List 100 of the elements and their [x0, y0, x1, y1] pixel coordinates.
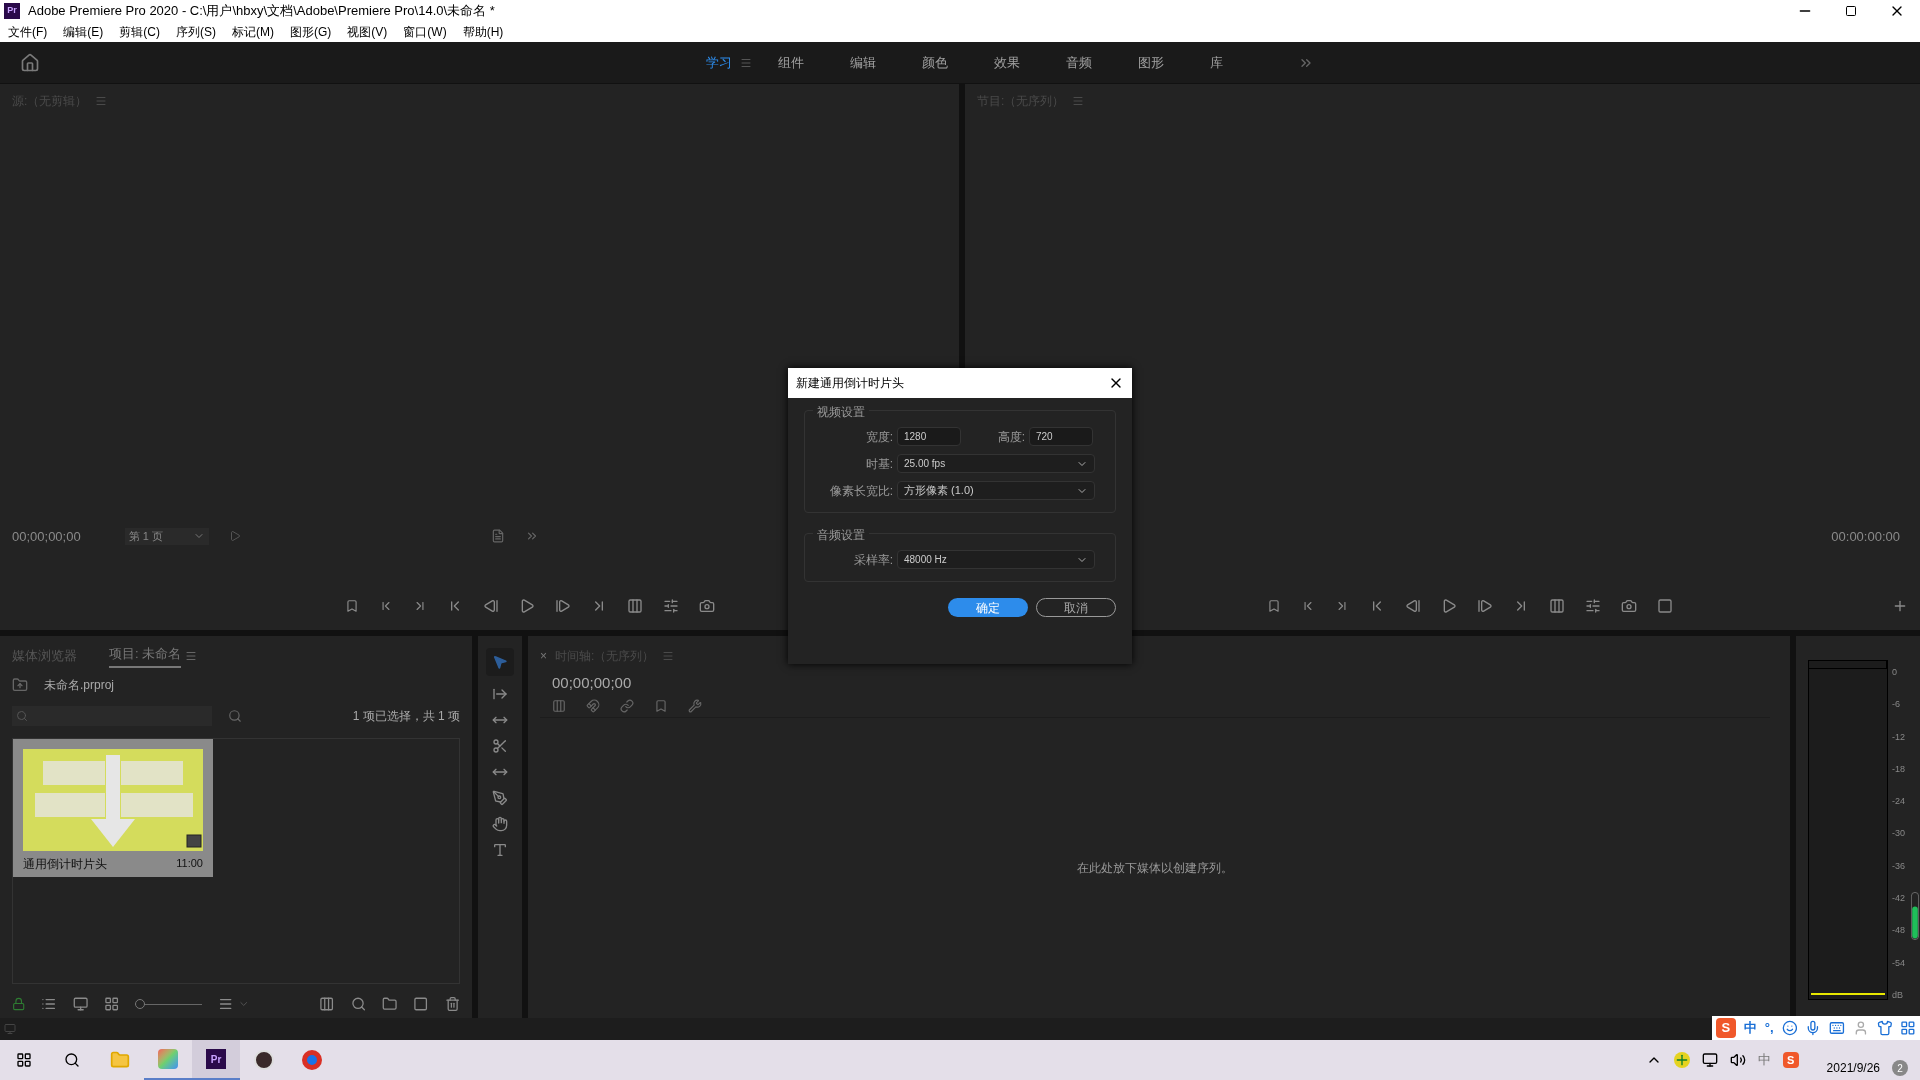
folder-icon[interactable]	[382, 996, 398, 1012]
input-language[interactable]: 中	[1757, 1050, 1771, 1070]
ime-punctuation[interactable]: °,	[1764, 1018, 1774, 1038]
menu-item[interactable]: 文件(F)	[8, 23, 48, 41]
ime-mode[interactable]: 中	[1743, 1018, 1757, 1038]
meter-scale-label: -42	[1892, 894, 1905, 904]
field-label: 像素长宽比:	[828, 482, 893, 500]
pen-icon[interactable]	[492, 790, 508, 806]
selection-tool-icon[interactable]	[492, 654, 508, 670]
menu-item[interactable]: 帮助(H)	[462, 23, 504, 41]
media-thumbnail-card[interactable]: 通用倒计时片头 11:00	[13, 739, 213, 877]
icon-view-icon[interactable]	[72, 996, 89, 1012]
play-icon[interactable]	[1441, 598, 1457, 614]
wrench-icon[interactable]	[688, 698, 702, 713]
menu-item[interactable]: 窗口(W)	[403, 23, 447, 41]
menu-icon[interactable]	[740, 56, 752, 69]
menu-item[interactable]: 序列(S)	[176, 23, 216, 41]
lock-icon[interactable]	[12, 997, 26, 1011]
meter-scale-label: -48	[1892, 926, 1905, 936]
field-label: 时基:	[864, 455, 893, 473]
menu-item[interactable]: 剪辑(C)	[119, 23, 160, 41]
workspace-tab[interactable]: 颜色	[922, 52, 948, 73]
search-icon[interactable]	[64, 1052, 80, 1068]
workspace-tab[interactable]: 编辑	[850, 52, 876, 73]
height-field[interactable]: 720	[1029, 427, 1093, 446]
find-icon[interactable]	[228, 709, 242, 723]
timecode[interactable]: 00;00;00;00	[552, 672, 1778, 695]
add-marker-icon[interactable]	[1267, 599, 1281, 613]
menu-icon[interactable]	[185, 650, 198, 662]
sample-rate-dropdown[interactable]: 48000 Hz	[897, 550, 1095, 569]
grid-icon[interactable]	[1900, 1020, 1916, 1036]
field-label: 宽度:	[864, 428, 893, 446]
emoji-icon[interactable]	[1781, 1020, 1798, 1036]
drop-hint: 在此处放下媒体以创建序列。	[1077, 859, 1233, 877]
maximize-icon[interactable]	[1845, 5, 1857, 17]
camera-icon[interactable]	[698, 598, 715, 614]
step-forward-icon[interactable]	[1477, 598, 1493, 614]
status-icon	[4, 1023, 16, 1035]
workspace-tab[interactable]: 库	[1210, 52, 1223, 73]
shirt-icon[interactable]	[1876, 1020, 1893, 1036]
timecode[interactable]: 00;00;00;00	[12, 526, 81, 546]
step-back-icon[interactable]	[482, 598, 499, 614]
timebase-dropdown[interactable]: 25.00 fps	[897, 454, 1095, 473]
step-forward-icon[interactable]	[554, 598, 571, 614]
start-icon[interactable]	[16, 1052, 32, 1068]
search-field[interactable]	[12, 706, 212, 726]
add-marker-icon[interactable]	[654, 698, 668, 713]
network-icon[interactable]	[1701, 1052, 1718, 1068]
add-marker-icon[interactable]	[344, 599, 359, 613]
meter-scale-label: -6	[1892, 700, 1901, 710]
meter-scale-label: -36	[1892, 861, 1905, 871]
project-file-name: 未命名.prproj	[44, 677, 114, 694]
pixel-aspect-dropdown[interactable]: 方形像素 (1.0)	[897, 481, 1095, 500]
group-title: 音频设置	[813, 526, 869, 544]
width-field[interactable]: 1280	[897, 427, 961, 446]
list-view-icon[interactable]	[41, 996, 57, 1012]
menu-item[interactable]: 编辑(E)	[63, 23, 104, 41]
volume-icon[interactable]	[1729, 1052, 1746, 1068]
snap-icon[interactable]	[586, 698, 600, 713]
trash-icon[interactable]	[444, 996, 460, 1012]
track-select-icon[interactable]	[492, 686, 508, 702]
compare-icon[interactable]	[1657, 598, 1673, 614]
notification-count[interactable]: 2	[1892, 1060, 1908, 1076]
mark-in-icon[interactable]	[1301, 599, 1315, 613]
meter-scale-label: dB	[1892, 990, 1904, 1000]
workspace-tab[interactable]: 学习	[706, 52, 732, 73]
workspace-tab[interactable]: 效果	[994, 52, 1020, 73]
step-back-icon[interactable]	[1405, 598, 1421, 614]
type-icon[interactable]	[492, 842, 508, 858]
workspace-tab[interactable]: 组件	[778, 52, 804, 73]
sort-icon[interactable]	[218, 996, 234, 1012]
page-dropdown[interactable]: 第 1 页	[124, 528, 209, 545]
freeform-view-icon[interactable]	[104, 996, 120, 1012]
menu-item[interactable]: 图形(G)	[290, 23, 332, 41]
premiere-button[interactable]: Pr	[192, 1040, 240, 1080]
folder-up-icon[interactable]	[12, 677, 28, 693]
new-item-icon[interactable]	[413, 996, 429, 1012]
mark-out-icon[interactable]	[1335, 599, 1349, 613]
security-icon[interactable]	[1673, 1052, 1690, 1068]
panel-tab[interactable]: 项目: 未命名	[109, 644, 182, 668]
meter-scale-label: -12	[1892, 732, 1905, 742]
hand-icon[interactable]	[492, 816, 508, 832]
linked-selection-icon[interactable]	[620, 698, 634, 713]
timecode[interactable]: 00:00:00:00	[1831, 526, 1900, 546]
meter-scale-label: -24	[1892, 797, 1905, 807]
keyboard-icon[interactable]	[1829, 1020, 1845, 1036]
menu-item[interactable]: 视图(V)	[347, 23, 388, 41]
close-tab-button[interactable]: ×	[540, 647, 547, 665]
group-title: 视频设置	[813, 403, 869, 421]
menu-item[interactable]: 标记(M)	[232, 23, 274, 41]
camera-icon[interactable]	[1621, 598, 1637, 614]
zoom-slider-thumb[interactable]	[135, 998, 146, 1009]
settings-icon[interactable]	[490, 529, 505, 544]
razor-icon[interactable]	[492, 738, 508, 754]
home-icon[interactable]	[20, 52, 40, 73]
workspace-tab[interactable]: 图形	[1138, 52, 1164, 73]
workspace-tab[interactable]: 音频	[1066, 52, 1092, 73]
mic-icon[interactable]	[1805, 1020, 1821, 1036]
date[interactable]: 2021/9/26	[1826, 1059, 1880, 1077]
add-icon[interactable]	[1892, 598, 1908, 614]
